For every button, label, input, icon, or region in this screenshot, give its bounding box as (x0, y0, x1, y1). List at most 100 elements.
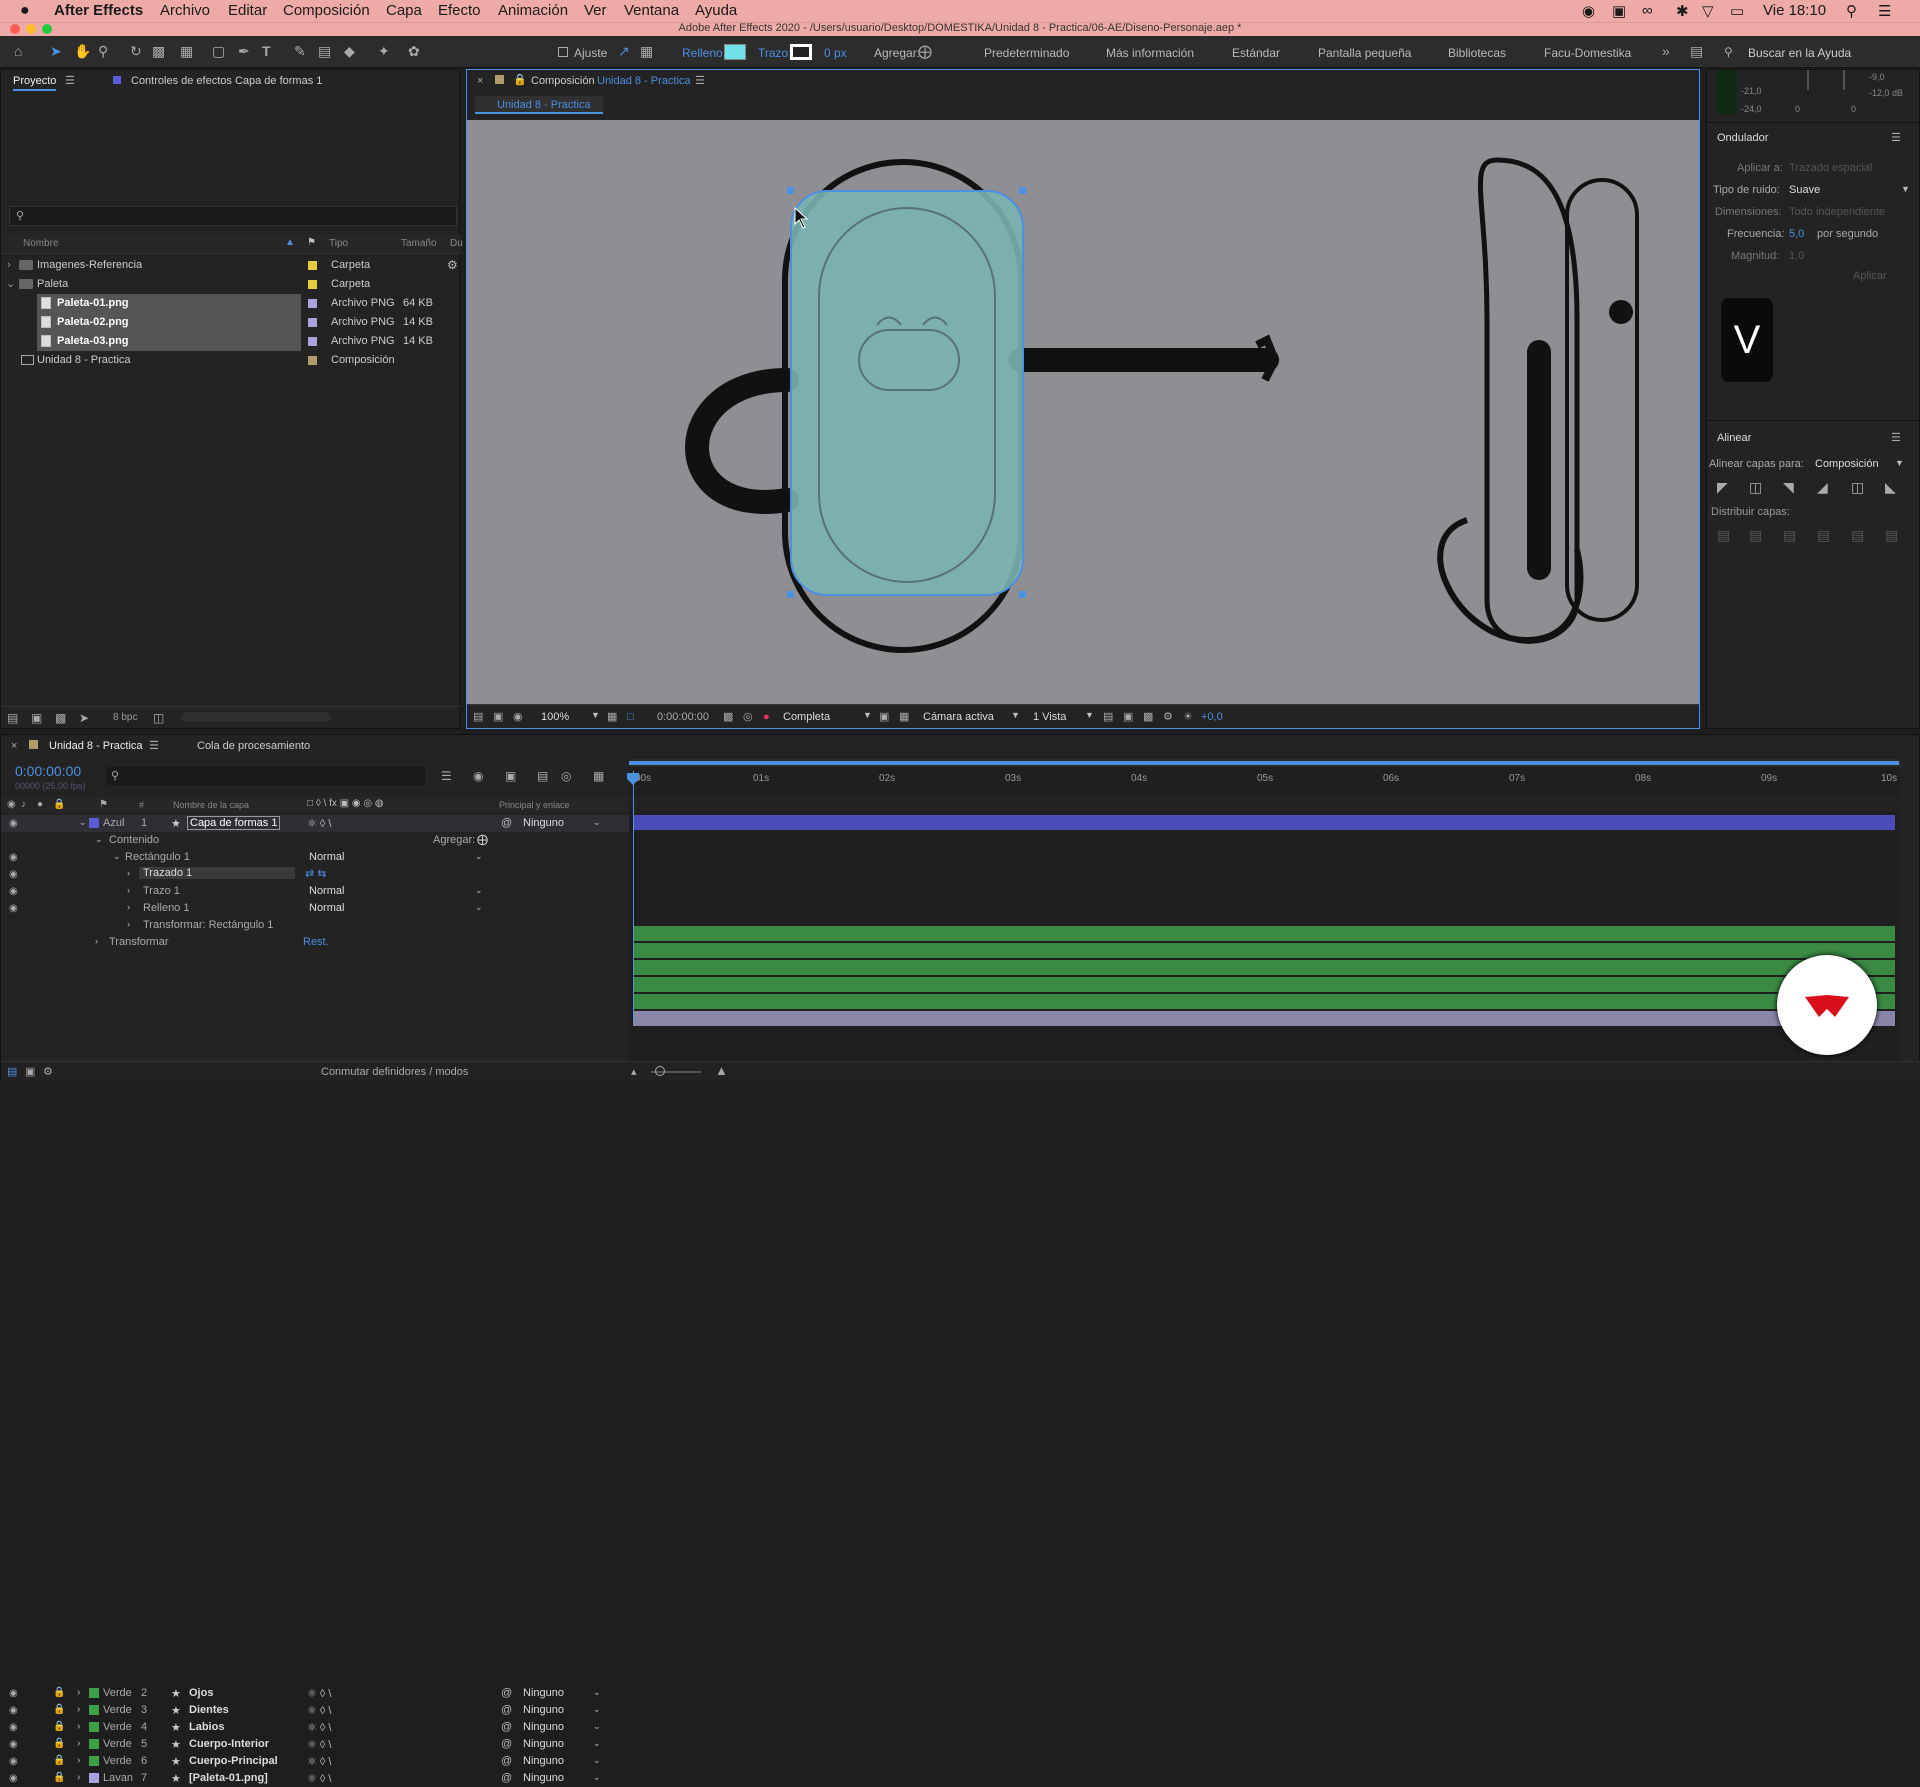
chevron-down-icon[interactable]: ⌄ (113, 851, 121, 862)
toggle-switches-modes-button[interactable]: Conmutar definidores / modos (321, 1066, 468, 1078)
new-folder-icon[interactable]: ▣ (31, 711, 42, 725)
chevron-down-icon[interactable]: ▼ (1011, 710, 1020, 720)
always-preview-icon[interactable]: ▤ (473, 710, 483, 724)
distribute-top-icon[interactable]: ▤ (1717, 528, 1730, 542)
align-vertical-center-icon[interactable]: ◫ (1851, 480, 1864, 494)
property-row[interactable]: ◉ › Relleno 1 Normal ⌄ (1, 900, 629, 917)
pickwhip-icon[interactable]: @ (501, 817, 512, 829)
tab-render-queue[interactable]: Cola de procesamiento (197, 740, 310, 752)
exposure-value[interactable]: +0,0 (1201, 711, 1223, 723)
playhead[interactable] (633, 771, 634, 1021)
align-horizontal-center-icon[interactable]: ◫ (1749, 480, 1762, 494)
column-duration[interactable]: Du (450, 238, 463, 249)
chevron-right-icon[interactable]: › (77, 1772, 80, 1783)
cc-icon[interactable]: ▣ (1612, 2, 1626, 20)
eye-icon[interactable]: ◉ (9, 1738, 18, 1752)
stroke-color-swatch[interactable] (790, 44, 812, 60)
battery-icon[interactable]: ▭ (1730, 2, 1744, 20)
eye-icon[interactable]: ◉ (9, 1721, 18, 1735)
chevron-right-icon[interactable]: › (77, 1687, 80, 1698)
chevron-down-icon[interactable]: ⌄ (95, 834, 103, 845)
chevron-down-icon[interactable]: ⌄ (593, 817, 601, 828)
audio-slider[interactable] (1807, 70, 1809, 90)
parent-select[interactable]: Ninguno (523, 1755, 564, 1767)
control-center-icon[interactable]: ☰ (1878, 2, 1891, 20)
label-color-icon[interactable] (308, 337, 317, 346)
lock-icon[interactable]: 🔒 (513, 73, 527, 87)
property-row[interactable]: › Transformar: Rectángulo 1 (1, 917, 629, 934)
fast-previews-icon[interactable]: ▣ (879, 710, 889, 724)
chevron-down-icon[interactable]: ⌄ (6, 277, 15, 290)
layer-name[interactable]: Dientes (189, 1704, 229, 1716)
adjust-project-icon[interactable]: ➤ (79, 711, 89, 725)
switches[interactable]: ⚛ ◊ \ (307, 817, 331, 830)
property-row[interactable]: ◉ › Trazo 1 Normal ⌄ (1, 883, 629, 900)
magnification-select[interactable]: 100% (541, 711, 569, 723)
eraser-tool-icon[interactable]: ◆ (344, 44, 355, 58)
zoom-slider-thumb[interactable] (655, 1066, 665, 1076)
workspace-facu[interactable]: Facu-Domestika (1544, 46, 1631, 60)
add-icon[interactable]: ⨁ (918, 44, 932, 58)
chevron-down-icon[interactable]: ⌄ (593, 1721, 601, 1732)
property-row[interactable]: ◉ ⌄ Rectángulo 1 Normal ⌄ (1, 849, 629, 866)
list-item[interactable]: ⌄ Paleta Carpeta (1, 275, 461, 294)
lock-icon[interactable]: 🔒 (53, 1771, 65, 1785)
column-layer-name[interactable]: Nombre de la capa (173, 800, 249, 810)
chevron-down-icon[interactable]: ⌄ (593, 1738, 601, 1749)
pickwhip-icon[interactable]: @ (501, 1738, 512, 1750)
path-label[interactable]: Trazado 1 (139, 867, 295, 879)
lock-icon[interactable]: 🔒 (53, 1686, 65, 1700)
chevron-down-icon[interactable]: ⌄ (593, 1772, 601, 1783)
column-type[interactable]: Tipo (329, 238, 348, 249)
column-name[interactable]: Nombre (23, 238, 59, 249)
close-tab-icon[interactable]: × (477, 74, 483, 88)
distribute-left-icon[interactable]: ▤ (1817, 528, 1830, 542)
eye-icon[interactable]: ◉ (9, 902, 18, 916)
toggle-pixel-aspect-icon[interactable]: ▤ (1103, 710, 1113, 724)
lock-icon[interactable]: 🔒 (53, 1703, 65, 1717)
layer-duration-bar[interactable] (633, 926, 1895, 941)
chevron-right-icon[interactable]: › (77, 1755, 80, 1766)
parent-select[interactable]: Ninguno (523, 1738, 564, 1750)
eye-icon[interactable]: ◉ (9, 1687, 18, 1701)
tab-project[interactable]: Proyecto (13, 75, 57, 91)
tab-composition-prefix[interactable]: Composición (531, 75, 595, 87)
current-time[interactable]: 0:00:00:00 (15, 763, 81, 779)
type-tool-icon[interactable]: T (262, 44, 271, 58)
brush-tool-icon[interactable]: ✎ (294, 44, 306, 58)
eye-icon[interactable]: ◉ (9, 868, 18, 882)
interpret-footage-icon[interactable]: ▤ (7, 711, 18, 725)
chevron-down-icon[interactable]: ⌄ (475, 885, 483, 896)
align-to-select[interactable]: Composición (1815, 458, 1879, 470)
app-menu[interactable]: After Effects (54, 2, 143, 19)
distribute-bottom-icon[interactable]: ▤ (1783, 528, 1796, 542)
label-color-icon[interactable] (308, 280, 317, 289)
views-select[interactable]: 1 Vista (1033, 711, 1066, 723)
fast-draft-icon[interactable]: ▣ (1123, 710, 1133, 724)
roto-brush-tool-icon[interactable]: ✦ (378, 44, 390, 58)
resolution-select[interactable]: Completa (783, 711, 830, 723)
wiggler-apply-to-select[interactable]: Trazado espacial (1789, 162, 1872, 174)
help-search-input[interactable]: Buscar en la Ayuda (1748, 46, 1851, 60)
lock-icon[interactable]: 🔒 (53, 798, 65, 812)
shy-layers-icon[interactable]: ▣ (505, 769, 516, 783)
wifi-icon[interactable]: ▽ (1702, 2, 1714, 20)
minimize-window-button[interactable] (26, 24, 36, 34)
reset-link[interactable]: Rest. (303, 936, 329, 948)
label-color-icon[interactable] (89, 1773, 99, 1783)
selected-shape[interactable] (790, 190, 1024, 596)
switches[interactable]: ⚛ ◊ \ (307, 1721, 331, 1734)
label-column-icon[interactable]: ⚑ (307, 237, 316, 248)
parent-select[interactable]: Ninguno (523, 1687, 564, 1699)
layer-duration-bar[interactable] (633, 994, 1895, 1009)
align-left-icon[interactable]: ◤ (1717, 480, 1728, 494)
layer-duration-bar[interactable] (633, 1011, 1895, 1026)
chevron-down-icon[interactable]: ⌄ (475, 902, 483, 913)
bluetooth-icon[interactable]: ✱ (1676, 2, 1689, 20)
distribute-hcenter-icon[interactable]: ▤ (1851, 528, 1864, 542)
fill-color-swatch[interactable] (724, 44, 746, 60)
wiggler-frequency-input[interactable]: 5,0 (1789, 228, 1804, 240)
region-of-interest-icon[interactable]: □ (627, 710, 634, 724)
label-color-icon[interactable] (308, 299, 317, 308)
chevron-right-icon[interactable]: › (127, 885, 130, 895)
